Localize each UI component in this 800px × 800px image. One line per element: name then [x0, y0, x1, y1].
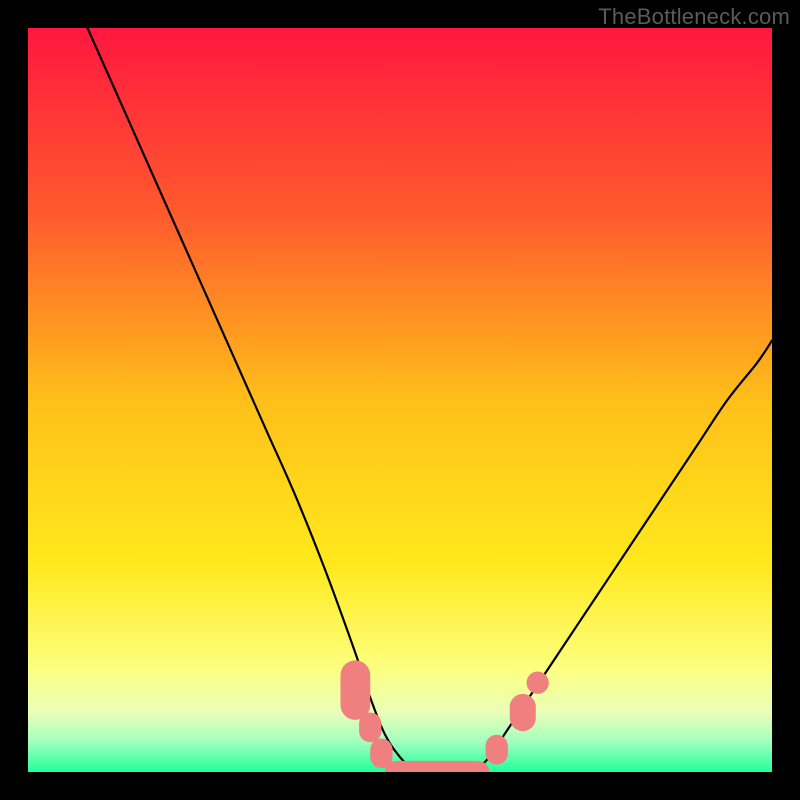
watermark-text: TheBottleneck.com — [598, 4, 790, 30]
marker-pill — [526, 672, 548, 694]
chart-frame: TheBottleneck.com — [0, 0, 800, 800]
marker-pill — [510, 694, 536, 731]
marker-pill — [385, 761, 489, 772]
gradient-background — [28, 28, 772, 772]
chart-plot — [28, 28, 772, 772]
marker-pill — [486, 735, 508, 765]
marker-pill — [340, 660, 370, 720]
marker-pill — [359, 712, 381, 742]
